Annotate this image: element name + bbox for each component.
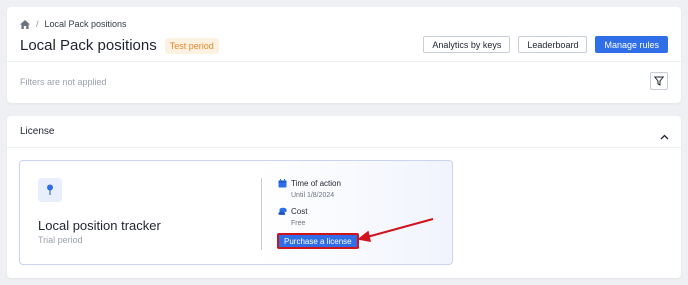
tracker-card: Local position tracker Trial period Time…: [19, 160, 453, 265]
calendar-icon: [278, 179, 287, 188]
license-card: License Local position tracker Trial per…: [7, 116, 681, 278]
time-of-action-label: Time of action: [291, 179, 341, 188]
breadcrumb-current: Local Pack positions: [44, 19, 127, 29]
cost-label: Cost: [291, 207, 308, 216]
breadcrumb: / Local Pack positions: [20, 19, 127, 29]
filters-status: Filters are not applied: [20, 77, 107, 87]
analytics-by-keys-button[interactable]: Analytics by keys: [423, 36, 511, 53]
purchase-license-button[interactable]: Purchase a license: [277, 233, 359, 249]
time-of-action-value: Until 1/8/2024: [291, 192, 335, 199]
chevron-up-icon[interactable]: [660, 127, 669, 145]
cost-value: Free: [291, 220, 306, 227]
manage-rules-button[interactable]: Manage rules: [595, 36, 668, 53]
header-divider: [7, 61, 681, 62]
test-period-badge: Test period: [164, 37, 219, 54]
license-divider: [7, 147, 681, 148]
cost-row: Cost: [278, 207, 307, 216]
tracker-name: Local position tracker: [38, 218, 161, 233]
filter-button[interactable]: [650, 72, 668, 90]
tracker-divider: [261, 178, 262, 250]
pin-icon: [38, 178, 62, 202]
leaderboard-button[interactable]: Leaderboard: [518, 36, 588, 53]
filter-icon: [654, 76, 664, 86]
time-of-action-row: Time of action: [278, 179, 341, 188]
header-card: / Local Pack positions Local Pack positi…: [7, 7, 681, 103]
tracker-subtitle: Trial period: [38, 235, 83, 245]
page-title: Local Pack positions: [20, 37, 157, 54]
home-icon[interactable]: [20, 19, 30, 29]
coins-icon: [278, 207, 287, 215]
breadcrumb-separator: /: [36, 19, 39, 29]
license-section-title: License: [20, 126, 55, 137]
